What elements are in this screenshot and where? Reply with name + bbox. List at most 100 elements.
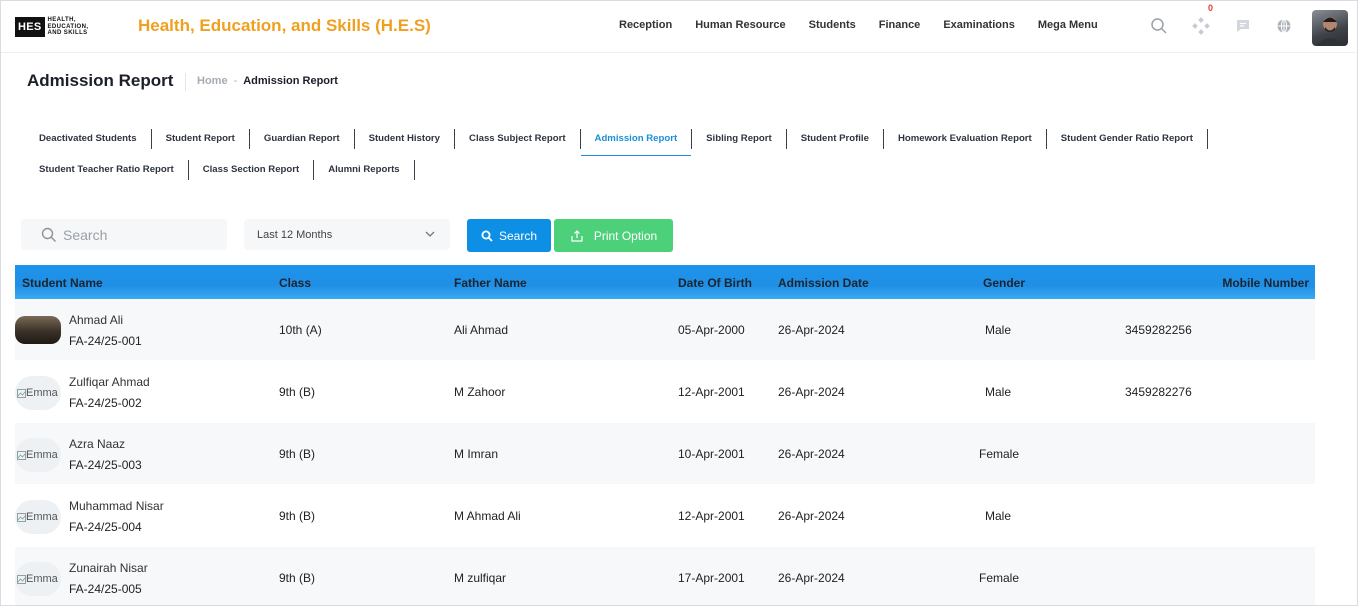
upload-icon bbox=[571, 229, 583, 242]
column-header-date-of-birth[interactable]: Date Of Birth bbox=[678, 276, 752, 290]
admission-table: Student Name Class Father Name Date Of B… bbox=[15, 265, 1315, 605]
tab-class-subject-report[interactable]: Class Subject Report bbox=[455, 129, 581, 149]
search-icon[interactable] bbox=[1148, 15, 1170, 37]
search-input[interactable] bbox=[63, 226, 213, 243]
column-header-class[interactable]: Class bbox=[279, 276, 311, 290]
cell-date-of-birth: 05-Apr-2000 bbox=[678, 323, 745, 337]
search-button-label: Search bbox=[498, 228, 538, 243]
table-row[interactable]: Emma Azra Naaz FA-24/25-003 9th (B) M Imran 1… bbox=[15, 423, 1315, 485]
app-title: Health, Education, and Skills (H.E.S) bbox=[138, 16, 431, 35]
student-name: Zunairah Nisar bbox=[69, 561, 148, 575]
period-select-value: Last 12 Months bbox=[257, 228, 333, 241]
message-icon[interactable] bbox=[1232, 15, 1254, 37]
cell-date-of-birth: 10-Apr-2001 bbox=[678, 447, 745, 461]
tab-class-section-report[interactable]: Class Section Report bbox=[189, 160, 315, 180]
tab-alumni-reports[interactable]: Alumni Reports bbox=[314, 160, 415, 180]
user-avatar[interactable] bbox=[1312, 10, 1348, 46]
apps-icon[interactable] bbox=[1190, 15, 1212, 37]
search-icon bbox=[41, 227, 56, 242]
cell-father-name: Ali Ahmad bbox=[454, 323, 509, 337]
cell-mobile-number: 3459282256 bbox=[1125, 323, 1192, 337]
tab-student-teacher-ratio-report[interactable]: Student Teacher Ratio Report bbox=[25, 160, 189, 180]
tab-sibling-report[interactable]: Sibling Report bbox=[692, 129, 787, 149]
student-photo: Emma bbox=[15, 562, 61, 596]
cell-date-of-birth: 12-Apr-2001 bbox=[678, 509, 745, 523]
report-tabs-panel: Deactivated Students Student Report Guar… bbox=[15, 117, 1345, 195]
student-roll-number: FA-24/25-001 bbox=[69, 334, 142, 348]
tab-student-profile[interactable]: Student Profile bbox=[787, 129, 884, 149]
search-icon bbox=[481, 230, 493, 242]
cell-father-name: M Zahoor bbox=[454, 385, 506, 399]
period-select[interactable]: Last 12 Months bbox=[244, 219, 450, 250]
tab-student-history[interactable]: Student History bbox=[355, 129, 456, 149]
cell-class: 9th (B) bbox=[279, 385, 316, 399]
cell-class: 9th (B) bbox=[279, 509, 316, 523]
tab-guardian-report[interactable]: Guardian Report bbox=[250, 129, 355, 149]
table-row[interactable]: Emma Zunairah Nisar FA-24/25-005 9th (B) M z… bbox=[15, 547, 1315, 605]
student-roll-number: FA-24/25-002 bbox=[69, 396, 142, 410]
notification-badge: 0 bbox=[1208, 3, 1214, 13]
student-photo: Emma bbox=[15, 500, 61, 534]
tab-deactivated-students[interactable]: Deactivated Students bbox=[25, 129, 152, 149]
globe-icon[interactable] bbox=[1273, 15, 1295, 37]
column-header-mobile-number[interactable]: Mobile Number bbox=[1222, 276, 1309, 290]
cell-father-name: M zulfiqar bbox=[454, 571, 507, 585]
student-photo: Emma bbox=[15, 376, 61, 410]
student-name: Azra Naaz bbox=[69, 437, 126, 451]
nav-item-reception[interactable]: Reception bbox=[619, 19, 672, 31]
broken-image-icon bbox=[17, 450, 26, 460]
column-header-father-name[interactable]: Father Name bbox=[454, 276, 527, 290]
top-header: HES HEALTH, EDUCATION, AND SKILLS Health… bbox=[1, 1, 1357, 53]
table-row[interactable]: Emma Muhammad Nisar FA-24/25-004 9th (B) M A… bbox=[15, 485, 1315, 547]
student-roll-number: FA-24/25-004 bbox=[69, 520, 142, 534]
broken-image-alt: Emma bbox=[17, 511, 58, 523]
table-row[interactable]: Ahmad Ali FA-24/25-001 10th (A) Ali Ahmad 05… bbox=[15, 299, 1315, 361]
cell-gender: Male bbox=[985, 385, 1012, 399]
main-nav: Reception Human Resource Students Financ… bbox=[619, 19, 1121, 31]
cell-date-of-birth: 12-Apr-2001 bbox=[678, 385, 745, 399]
student-roll-number: FA-24/25-005 bbox=[69, 582, 142, 596]
broken-image-icon bbox=[17, 388, 26, 398]
broken-image-alt: Emma bbox=[17, 573, 58, 585]
nav-item-human-resource[interactable]: Human Resource bbox=[695, 19, 785, 31]
search-button[interactable]: Search bbox=[467, 219, 551, 252]
broken-image-icon bbox=[17, 512, 26, 522]
tab-homework-evaluation-report[interactable]: Homework Evaluation Report bbox=[884, 129, 1047, 149]
student-name: Ahmad Ali bbox=[69, 313, 124, 327]
column-header-gender[interactable]: Gender bbox=[983, 276, 1025, 290]
table-row[interactable]: Emma Zulfiqar Ahmad FA-24/25-002 9th (B) M Z… bbox=[15, 361, 1315, 423]
broken-image-alt: Emma bbox=[17, 387, 58, 399]
brand-logo[interactable]: HES HEALTH, EDUCATION, AND SKILLS bbox=[15, 15, 94, 39]
cell-admission-date: 26-Apr-2024 bbox=[778, 447, 845, 461]
student-name: Muhammad Nisar bbox=[69, 499, 164, 513]
nav-item-finance[interactable]: Finance bbox=[879, 19, 921, 31]
app-window: HES HEALTH, EDUCATION, AND SKILLS Health… bbox=[0, 0, 1358, 606]
student-name: Zulfiqar Ahmad bbox=[69, 375, 150, 389]
cell-date-of-birth: 17-Apr-2001 bbox=[678, 571, 745, 585]
table-header: Student Name Class Father Name Date Of B… bbox=[15, 265, 1315, 299]
column-header-admission-date[interactable]: Admission Date bbox=[778, 276, 869, 290]
print-option-button[interactable]: Print Option bbox=[554, 219, 673, 252]
cell-gender: Male bbox=[985, 509, 1012, 523]
logo-words: HEALTH, EDUCATION, AND SKILLS bbox=[47, 17, 89, 37]
print-option-label: Print Option bbox=[593, 228, 658, 243]
cell-admission-date: 26-Apr-2024 bbox=[778, 571, 845, 585]
breadcrumb-home[interactable]: Home bbox=[197, 75, 228, 87]
cell-father-name: M Imran bbox=[454, 447, 499, 461]
nav-item-examinations[interactable]: Examinations bbox=[943, 19, 1015, 31]
search-field[interactable] bbox=[21, 219, 227, 250]
cell-admission-date: 26-Apr-2024 bbox=[778, 509, 845, 523]
cell-mobile-number: 3459282276 bbox=[1125, 385, 1192, 399]
broken-image-icon bbox=[17, 574, 26, 584]
nav-item-mega-menu[interactable]: Mega Menu bbox=[1038, 19, 1098, 31]
table-body: Ahmad Ali FA-24/25-001 10th (A) Ali Ahmad 05… bbox=[15, 299, 1315, 605]
nav-item-students[interactable]: Students bbox=[809, 19, 856, 31]
column-header-student-name[interactable]: Student Name bbox=[22, 276, 103, 290]
title-divider bbox=[185, 73, 186, 91]
tab-admission-report[interactable]: Admission Report bbox=[580, 129, 693, 156]
tab-student-report[interactable]: Student Report bbox=[152, 129, 250, 149]
cell-admission-date: 26-Apr-2024 bbox=[778, 385, 845, 399]
tab-student-gender-ratio-report[interactable]: Student Gender Ratio Report bbox=[1047, 129, 1208, 149]
breadcrumb-separator: - bbox=[233, 75, 238, 87]
cell-admission-date: 26-Apr-2024 bbox=[778, 323, 845, 337]
